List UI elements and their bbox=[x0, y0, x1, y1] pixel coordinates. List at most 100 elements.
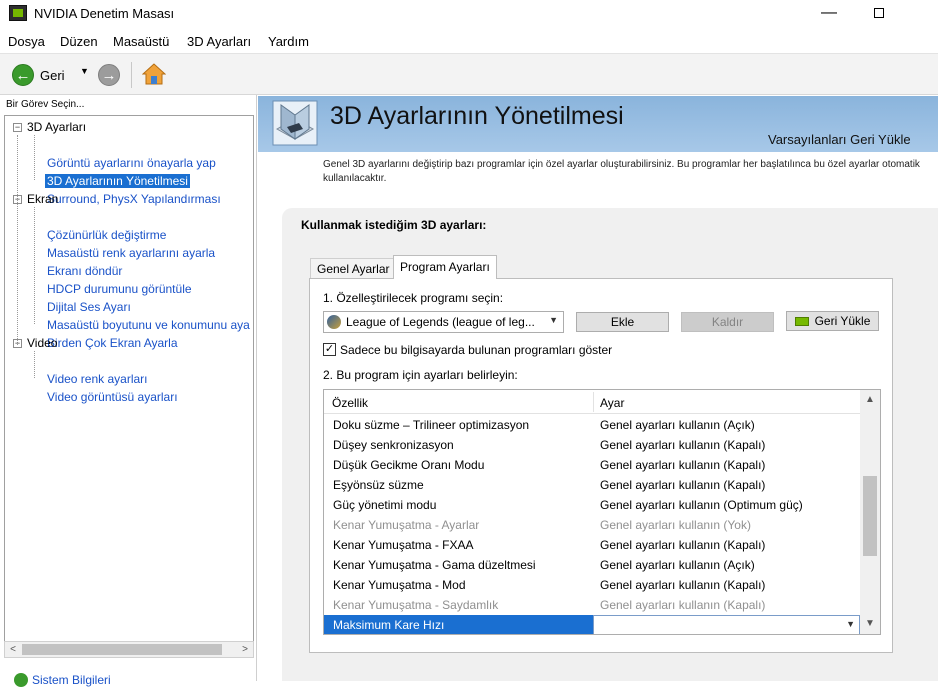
forward-arrow-icon[interactable]: → bbox=[98, 64, 120, 86]
add-button[interactable]: Ekle bbox=[576, 312, 669, 332]
scrollbar-thumb[interactable] bbox=[22, 644, 222, 655]
scroll-right-icon[interactable]: > bbox=[237, 642, 253, 657]
remove-button[interactable]: Kaldır bbox=[681, 312, 774, 332]
step2-label: 2. Bu program için ayarları belirleyin: bbox=[323, 368, 518, 382]
table-row[interactable]: Kenar Yumuşatma - Gama düzeltmesi Genel a… bbox=[324, 555, 860, 575]
toolbar: ← Geri ▼ → bbox=[0, 53, 938, 95]
restore-program-button[interactable]: Geri Yükle bbox=[786, 311, 879, 331]
tree-item-rotate-display[interactable]: Ekranı döndür bbox=[47, 262, 122, 280]
column-setting[interactable]: Ayar bbox=[600, 396, 624, 410]
tab-program-settings[interactable]: Program Ayarları bbox=[393, 255, 497, 279]
tree-item-label: Çözünürlük değiştirme bbox=[47, 228, 167, 242]
table-row[interactable]: Düşey senkronizasyon Genel ayarları kulla… bbox=[324, 435, 860, 455]
tree-category-label: 3D Ayarları bbox=[27, 120, 87, 134]
tree-item-change-resolution[interactable]: Çözünürlük değiştirme bbox=[47, 226, 166, 244]
program-select[interactable]: League of Legends (league of leg... ▼ bbox=[323, 311, 564, 333]
back-arrow-icon[interactable]: ← bbox=[12, 64, 34, 86]
feature-cell: Kenar Yumuşatma - Mod bbox=[333, 578, 466, 592]
tree-item-manage-3d-settings[interactable]: 3D Ayarlarının Yönetilmesi bbox=[45, 172, 190, 190]
tree-item-multiple-displays[interactable]: Birden Çok Ekran Ayarla bbox=[47, 334, 178, 352]
setting-value-select[interactable]: 138 FPS ▼ bbox=[593, 615, 860, 634]
restore-program-label: Geri Yükle bbox=[814, 314, 871, 328]
feature-cell: Doku süzme – Trilineer optimizasyon bbox=[333, 418, 530, 432]
chevron-down-icon: ▼ bbox=[846, 619, 855, 629]
task-panel: Bir Görev Seçin... −3D Ayarları Görüntü … bbox=[0, 95, 257, 681]
tree-item-label: HDCP durumunu görüntüle bbox=[47, 282, 192, 296]
system-info-link[interactable]: Sistem Bilgileri bbox=[14, 673, 111, 687]
3d-cube-icon bbox=[272, 100, 318, 146]
installed-only-label: Sadece bu bilgisayarda bulunan programla… bbox=[340, 343, 613, 357]
nvidia-icon bbox=[794, 317, 809, 326]
tree-item-desktop-size-position[interactable]: Masaüstü boyutunu ve konumunu aya bbox=[47, 316, 250, 334]
tree-category-display[interactable]: − Ekran bbox=[13, 190, 58, 208]
tree-item-desktop-color[interactable]: Masaüstü renk ayarlarını ayarla bbox=[47, 244, 215, 262]
program-select-value: League of Legends (league of leg... bbox=[346, 315, 535, 329]
feature-cell: Düşük Gecikme Oranı Modu bbox=[333, 458, 485, 472]
tree-item-label: Video renk ayarları bbox=[47, 372, 148, 386]
collapse-icon[interactable]: − bbox=[13, 339, 22, 349]
feature-cell: Güç yönetimi modu bbox=[333, 498, 437, 512]
tree-guide bbox=[34, 351, 35, 378]
feature-cell: Eşyönsüz süzme bbox=[333, 478, 424, 492]
scroll-down-icon[interactable]: ▼ bbox=[860, 618, 880, 629]
table-row[interactable]: Düşük Gecikme Oranı Modu Genel ayarları k… bbox=[324, 455, 860, 475]
table-row[interactable]: Eşyönsüz süzme Genel ayarları kullanın (K… bbox=[324, 475, 860, 495]
setting-cell: Genel ayarları kullanın (Kapalı) bbox=[600, 538, 766, 552]
tree-item-surround-physx[interactable]: Surround, PhysX Yapılandırması bbox=[47, 190, 221, 208]
menu-3d-settings[interactable]: 3D Ayarları bbox=[187, 34, 251, 49]
tree-item-digital-audio[interactable]: Dijital Ses Ayarı bbox=[47, 298, 131, 316]
chevron-down-icon: ▼ bbox=[549, 315, 558, 325]
scroll-up-icon[interactable]: ▲ bbox=[860, 394, 880, 405]
tree-item-label: Masaüstü boyutunu ve konumunu aya bbox=[47, 318, 250, 332]
collapse-icon[interactable]: − bbox=[13, 123, 22, 133]
setting-cell: Genel ayarları kullanın (Kapalı) bbox=[600, 458, 766, 472]
tree-category-video[interactable]: − Video bbox=[13, 334, 57, 352]
tree-item-adjust-image-settings[interactable]: Görüntü ayarlarını önayarla yap bbox=[47, 154, 216, 172]
page-description: Genel 3D ayarlarını değiştirip bazı prog… bbox=[323, 159, 920, 184]
setting-cell: Genel ayarları kullanın (Kapalı) bbox=[600, 478, 766, 492]
menu-edit[interactable]: Düzen bbox=[60, 34, 98, 49]
grid-header: Özellik Ayar bbox=[324, 390, 860, 414]
nvidia-app-icon bbox=[9, 5, 27, 21]
tree-guide bbox=[34, 135, 35, 180]
title-bar: NVIDIA Denetim Masası — bbox=[0, 0, 938, 28]
task-heading: Bir Görev Seçin... bbox=[6, 99, 85, 110]
table-row[interactable]: Kenar Yumuşatma - Ayarlar Genel ayarları … bbox=[324, 515, 860, 535]
table-row-selected[interactable]: Maksimum Kare Hızı 138 FPS ▼ bbox=[324, 615, 860, 634]
table-row[interactable]: Kenar Yumuşatma - Saydamlık Genel ayarlar… bbox=[324, 595, 860, 615]
column-feature[interactable]: Özellik bbox=[332, 396, 368, 410]
tree-item-video-image[interactable]: Video görüntüsü ayarları bbox=[47, 388, 178, 406]
installed-only-checkbox[interactable]: ✓ bbox=[323, 343, 336, 356]
table-row[interactable]: Güç yönetimi modu Genel ayarları kullanın… bbox=[324, 495, 860, 515]
history-dropdown-icon[interactable]: ▼ bbox=[80, 66, 89, 76]
tree-item-label: Ekranı döndür bbox=[47, 264, 123, 278]
restore-defaults-link[interactable]: Varsayılanları Geri Yükle bbox=[768, 132, 911, 147]
tab-global-settings[interactable]: Genel Ayarlar bbox=[310, 258, 397, 279]
scrollbar-thumb[interactable] bbox=[863, 476, 877, 556]
column-divider[interactable] bbox=[593, 392, 594, 412]
tree-horizontal-scrollbar[interactable]: < > bbox=[4, 641, 254, 658]
menu-desktop[interactable]: Masaüstü bbox=[113, 34, 169, 49]
menu-file[interactable]: Dosya bbox=[8, 34, 45, 49]
setting-cell: Genel ayarları kullanın (Kapalı) bbox=[600, 598, 766, 612]
table-row[interactable]: Kenar Yumuşatma - FXAA Genel ayarları kul… bbox=[324, 535, 860, 555]
setting-cell: 138 FPS bbox=[600, 619, 647, 633]
scroll-left-icon[interactable]: < bbox=[5, 642, 21, 657]
grid-vertical-scrollbar[interactable]: ▲ ▼ bbox=[860, 390, 880, 634]
back-button[interactable]: Geri bbox=[40, 68, 65, 83]
tree-guide bbox=[17, 135, 18, 345]
maximize-button[interactable] bbox=[856, 0, 902, 28]
setting-cell: Genel ayarları kullanın (Yok) bbox=[600, 518, 751, 532]
league-of-legends-icon bbox=[327, 315, 341, 329]
table-row[interactable]: Doku süzme – Trilineer optimizasyon Genel… bbox=[324, 415, 860, 435]
collapse-icon[interactable]: − bbox=[13, 195, 22, 205]
tree-item-video-color[interactable]: Video renk ayarları bbox=[47, 370, 148, 388]
feature-cell: Kenar Yumuşatma - Gama düzeltmesi bbox=[333, 558, 536, 572]
table-row[interactable]: Kenar Yumuşatma - Mod Genel ayarları kull… bbox=[324, 575, 860, 595]
tree-category-3d-settings[interactable]: −3D Ayarları bbox=[13, 118, 86, 136]
feature-cell: Düşey senkronizasyon bbox=[333, 438, 454, 452]
minimize-button[interactable]: — bbox=[806, 0, 852, 28]
menu-help[interactable]: Yardım bbox=[268, 34, 309, 49]
home-icon[interactable] bbox=[142, 62, 166, 86]
tree-item-hdcp-status[interactable]: HDCP durumunu görüntüle bbox=[47, 280, 192, 298]
